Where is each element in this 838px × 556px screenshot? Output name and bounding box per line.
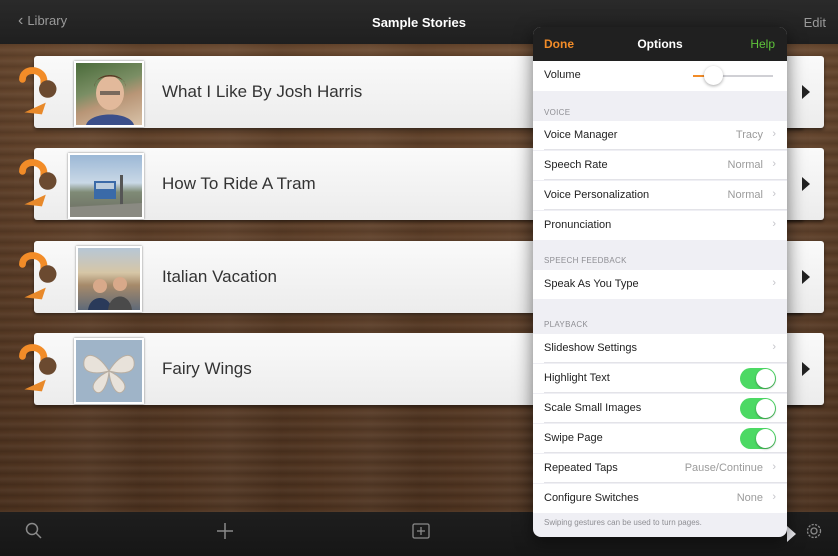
scale-small-images-row: Scale Small Images: [533, 394, 787, 423]
chevron-right-icon: ›: [772, 188, 776, 200]
chevron-right-icon: ›: [772, 128, 776, 140]
volume-label: Volume: [544, 69, 581, 81]
highlight-text-toggle[interactable]: [740, 368, 776, 389]
scale-small-images-toggle[interactable]: [740, 398, 776, 419]
chevron-right-icon: ›: [772, 218, 776, 230]
highlight-text-label: Highlight Text: [544, 372, 610, 384]
play-icon[interactable]: [802, 177, 810, 191]
repeated-taps-label: Repeated Taps: [544, 462, 618, 474]
story-play-cell[interactable]: [786, 148, 824, 220]
repeated-taps-value: Pause/Continue: [684, 462, 763, 474]
slideshow-settings-label: Slideshow Settings: [544, 342, 637, 354]
story-title: Fairy Wings: [162, 359, 252, 378]
swipe-page-label: Swipe Page: [544, 432, 603, 444]
voice-manager-label: Voice Manager: [544, 129, 618, 141]
story-play-cell[interactable]: [786, 333, 824, 405]
back-button[interactable]: ‹ Library: [18, 11, 68, 29]
chevron-right-icon: ›: [772, 341, 776, 353]
pronunciation-label: Pronunciation: [544, 219, 612, 231]
configure-switches-value: None: [736, 492, 763, 504]
help-button[interactable]: Help: [750, 37, 775, 51]
swipe-footnote: Swiping gestures can be used to turn pag…: [544, 518, 702, 527]
section-header-speech-feedback: SPEECH FEEDBACK: [544, 256, 627, 265]
play-icon[interactable]: [802, 362, 810, 376]
popover-arrow: [787, 526, 796, 542]
story-play-cell[interactable]: [786, 56, 824, 128]
speech-rate-row[interactable]: Speech Rate Normal ›: [533, 151, 787, 180]
play-icon[interactable]: [802, 270, 810, 284]
play-icon[interactable]: [802, 85, 810, 99]
voice-personalization-row[interactable]: Voice Personalization Normal ›: [533, 181, 787, 210]
story-title: What I Like By Josh Harris: [162, 82, 363, 101]
repeated-taps-row[interactable]: Repeated Taps Pause/Continue ›: [533, 454, 787, 483]
volume-slider-knob[interactable]: [703, 66, 723, 85]
story-thumbnail: [74, 338, 144, 404]
configure-switches-row[interactable]: Configure Switches None ›: [533, 484, 787, 513]
speak-as-you-type-row[interactable]: Speak As You Type ›: [533, 270, 787, 299]
chevron-right-icon: ›: [772, 491, 776, 503]
search-icon[interactable]: [25, 522, 43, 540]
gear-icon[interactable]: [805, 522, 823, 540]
voice-personalization-value: Normal: [727, 189, 763, 201]
bookmark-ribbon-icon: [19, 67, 57, 115]
back-label: Library: [27, 13, 68, 28]
story-title: How To Ride A Tram: [162, 174, 316, 193]
chevron-right-icon: ›: [772, 158, 776, 170]
add-page-icon[interactable]: [411, 522, 431, 540]
chevron-left-icon: ‹: [18, 11, 24, 29]
swipe-page-toggle[interactable]: [740, 428, 776, 449]
story-thumbnail: [76, 246, 142, 312]
voice-personalization-label: Voice Personalization: [544, 189, 650, 201]
speech-rate-label: Speech Rate: [544, 159, 608, 171]
plus-icon[interactable]: [216, 522, 234, 540]
swipe-page-row: Swipe Page: [533, 424, 787, 453]
section-header-playback: PLAYBACK: [544, 320, 589, 329]
volume-slider[interactable]: [693, 66, 773, 85]
story-play-cell[interactable]: [786, 241, 824, 313]
story-title: Italian Vacation: [162, 267, 277, 286]
voice-manager-value: Tracy: [735, 129, 763, 141]
options-popover: Done Options Help Volume VOICE Voice Man…: [533, 27, 787, 537]
chevron-right-icon: ›: [772, 461, 776, 473]
story-thumbnail: [68, 153, 144, 219]
chevron-right-icon: ›: [772, 277, 776, 289]
edit-button[interactable]: Edit: [804, 15, 826, 30]
bookmark-ribbon-icon: [19, 252, 57, 300]
slideshow-settings-row[interactable]: Slideshow Settings ›: [533, 334, 787, 363]
speak-as-you-type-label: Speak As You Type: [544, 278, 639, 290]
popover-header: Done Options Help: [533, 27, 787, 61]
scale-small-images-label: Scale Small Images: [544, 402, 642, 414]
section-header-voice: VOICE: [544, 108, 571, 117]
bookmark-ribbon-icon: [19, 159, 57, 207]
pronunciation-row[interactable]: Pronunciation ›: [533, 211, 787, 240]
voice-manager-row[interactable]: Voice Manager Tracy ›: [533, 121, 787, 150]
done-button[interactable]: Done: [544, 37, 574, 51]
volume-row: Volume: [533, 61, 787, 91]
story-thumbnail: [74, 61, 144, 127]
speech-rate-value: Normal: [727, 159, 763, 171]
highlight-text-row: Highlight Text: [533, 364, 787, 393]
configure-switches-label: Configure Switches: [544, 492, 639, 504]
bookmark-ribbon-icon: [19, 344, 57, 392]
